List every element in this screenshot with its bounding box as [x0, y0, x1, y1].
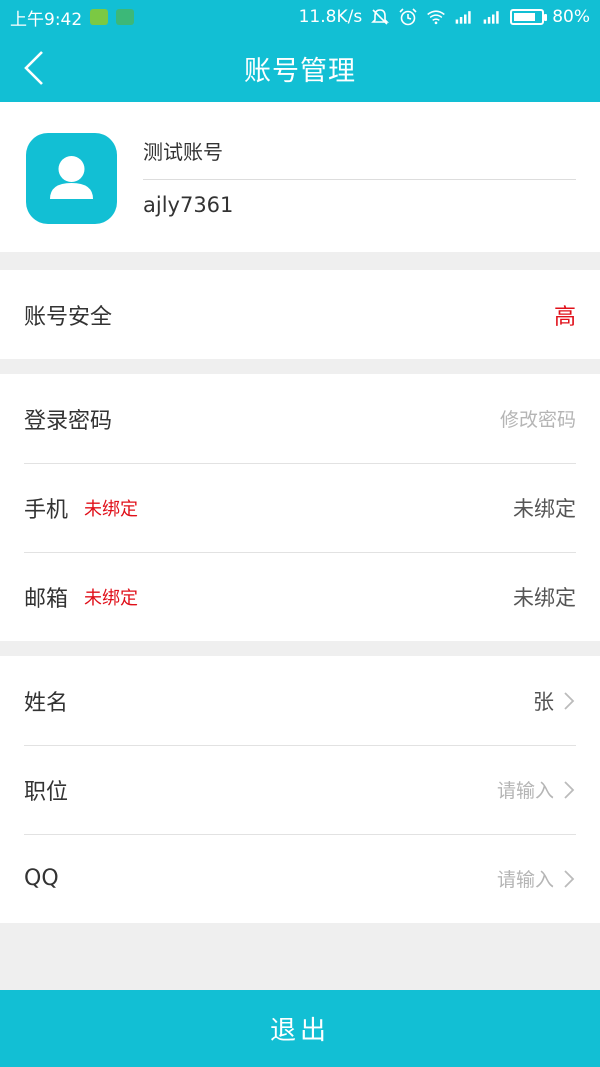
bindings-section: 登录密码 修改密码 手机 未绑定 未绑定 邮箱 未绑定 未绑定	[0, 374, 600, 641]
account-id: ajly7361	[143, 193, 234, 217]
navigation-bar: 账号管理	[0, 34, 600, 102]
page-title: 账号管理	[244, 55, 356, 87]
battery-icon	[510, 9, 548, 25]
account-security-label: 账号安全	[24, 304, 113, 330]
account-nickname: 测试账号	[143, 140, 223, 164]
battery-percent: 80%	[552, 7, 590, 27]
qq-label: QQ	[24, 866, 59, 891]
qq-row[interactable]: QQ 请输入	[0, 834, 600, 923]
back-arrow-icon[interactable]	[18, 48, 52, 88]
phone-label: 手机	[24, 497, 69, 523]
account-security-row[interactable]: 账号安全 高	[0, 270, 600, 359]
email-label: 邮箱	[24, 586, 69, 612]
security-level: 高	[553, 304, 576, 330]
chevron-right-icon	[564, 869, 575, 888]
status-bar: 上午9:42 11.8K/s 80%	[0, 0, 600, 34]
name-value: 张	[533, 689, 554, 714]
notifications-off-icon	[371, 9, 390, 25]
alarm-icon	[399, 8, 417, 26]
security-section: 账号安全 高	[0, 270, 600, 359]
app-notification-icon	[116, 9, 135, 25]
phone-value: 未绑定	[513, 496, 576, 521]
user-icon	[50, 156, 93, 199]
change-password-link[interactable]: 修改密码	[500, 405, 576, 432]
email-unbound-tag: 未绑定	[84, 587, 139, 609]
profile-card: 测试账号 ajly7361	[0, 102, 600, 252]
status-time: 上午9:42	[10, 9, 83, 30]
qq-input[interactable]: 请输入	[497, 865, 554, 892]
network-speed: 11.8K/s	[298, 7, 363, 27]
login-password-label: 登录密码	[24, 408, 113, 434]
wifi-icon	[427, 10, 446, 25]
signal-icon-sim1	[455, 11, 471, 24]
login-password-row[interactable]: 登录密码 修改密码	[0, 374, 600, 463]
wechat-icon	[90, 9, 109, 25]
divider	[143, 179, 576, 180]
name-label: 姓名	[24, 690, 69, 716]
email-value: 未绑定	[513, 585, 576, 610]
position-label: 职位	[24, 779, 69, 805]
signal-icon-sim2	[483, 11, 499, 24]
phone-unbound-tag: 未绑定	[84, 498, 139, 520]
logout-button[interactable]: 退出	[0, 990, 600, 1067]
phone-row[interactable]: 手机 未绑定 未绑定	[0, 463, 600, 552]
avatar[interactable]	[26, 133, 117, 224]
position-input[interactable]: 请输入	[497, 776, 554, 803]
email-row[interactable]: 邮箱 未绑定 未绑定	[0, 552, 600, 641]
name-row[interactable]: 姓名 张	[0, 656, 600, 745]
info-section: 姓名 张 职位 请输入 QQ 请输入	[0, 656, 600, 923]
chevron-right-icon	[564, 691, 575, 710]
position-row[interactable]: 职位 请输入	[0, 745, 600, 834]
chevron-right-icon	[564, 780, 575, 799]
